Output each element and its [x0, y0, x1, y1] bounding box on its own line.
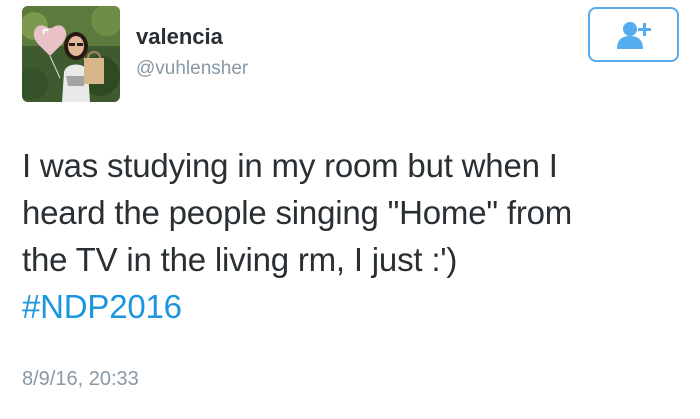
tweet-timestamp[interactable]: 8/9/16, 20:33	[22, 368, 139, 391]
hashtag-link[interactable]: #NDP2016	[22, 283, 682, 330]
display-name[interactable]: valencia	[136, 24, 223, 50]
tweet-text-line: the TV in the living rm, I just :')	[22, 241, 458, 278]
profile-photo	[22, 6, 120, 102]
tweet-text-line: heard the people singing "Home" from	[22, 194, 573, 231]
tweet-text-line: I was studying in my room but when I	[22, 147, 558, 184]
avatar[interactable]	[22, 6, 120, 102]
user-handle[interactable]: @vuhlensher	[136, 58, 248, 80]
tweet-text: I was studying in my room but when I hea…	[22, 142, 682, 330]
tweet-card: valencia @vuhlensher I was studying in m…	[0, 0, 700, 419]
add-user-icon	[616, 21, 651, 49]
follow-button[interactable]	[588, 7, 679, 62]
